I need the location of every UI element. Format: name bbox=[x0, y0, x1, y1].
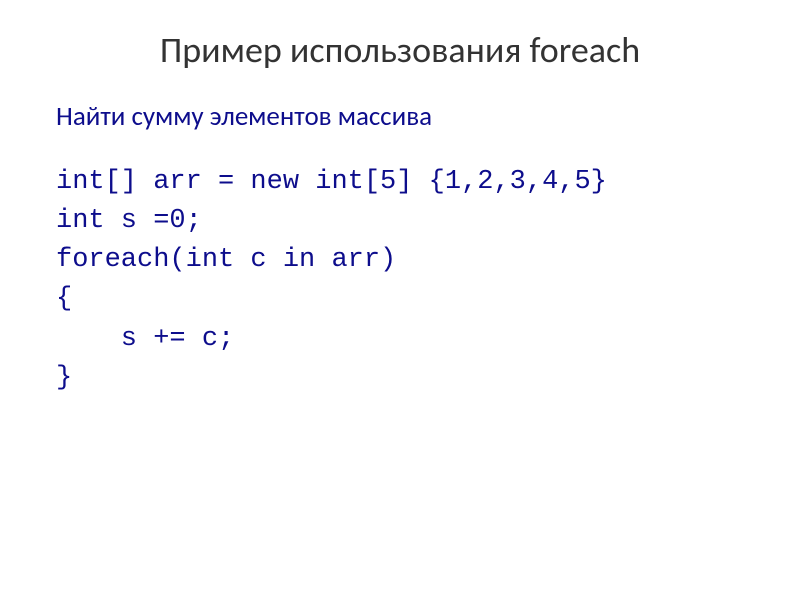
code-block: int[] arr = new int[5] {1,2,3,4,5}int s … bbox=[56, 163, 744, 398]
slide-subtitle: Найти сумму элементов массива bbox=[56, 100, 744, 133]
slide-title: Пример использования foreach bbox=[56, 28, 744, 72]
code-line: s += c; bbox=[56, 320, 744, 359]
code-line: foreach(int c in arr) bbox=[56, 241, 744, 280]
code-line: int s =0; bbox=[56, 202, 744, 241]
code-line: int[] arr = new int[5] {1,2,3,4,5} bbox=[56, 163, 744, 202]
code-line: { bbox=[56, 280, 744, 319]
slide: Пример использования foreach Найти сумму… bbox=[0, 0, 800, 600]
code-line: } bbox=[56, 359, 744, 398]
